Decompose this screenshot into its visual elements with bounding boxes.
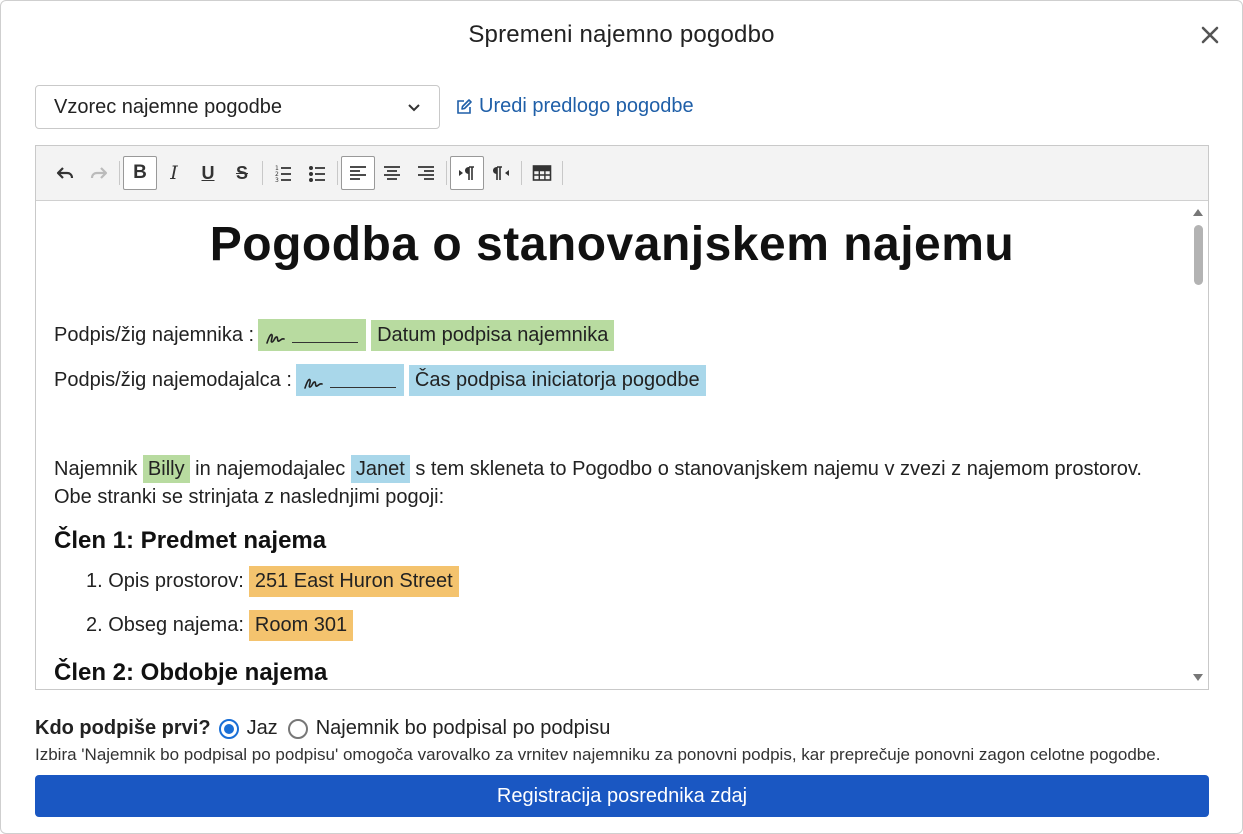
- option-tenant-after-label: Najemnik bo podpisal po podpisu: [315, 717, 611, 739]
- item-1-label: 1. Opis prostorov:: [86, 570, 244, 592]
- rtl-button[interactable]: [484, 156, 518, 190]
- chevron-down-icon: [407, 100, 421, 114]
- template-select-value: Vzorec najemne pogodbe: [54, 95, 282, 118]
- bold-icon: B: [133, 162, 147, 183]
- bullet-list-icon: [309, 166, 325, 182]
- signing-note: Izbira 'Najemnik bo podpisal po podpisu'…: [35, 745, 1161, 764]
- align-center-button[interactable]: [375, 156, 409, 190]
- list-item: 1. Opis prostorov: 251 East Huron Street: [86, 566, 459, 597]
- close-button[interactable]: [1196, 21, 1224, 49]
- item-2-label: 2. Obseg najema:: [86, 614, 244, 636]
- editor-toolbar: B I U S 1 2 3: [36, 146, 1208, 201]
- tenant-date-field[interactable]: Datum podpisa najemnika: [371, 319, 615, 351]
- toolbar-divider: [119, 161, 120, 185]
- change-lease-dialog: Spremeni najemno pogodbo Vzorec najemne …: [0, 0, 1243, 834]
- triangle-up-icon: [1193, 209, 1203, 216]
- edit-template-label: Uredi predlogo pogodbe: [479, 95, 694, 117]
- editor-scrollbar[interactable]: [1188, 201, 1208, 689]
- underline-button[interactable]: U: [191, 156, 225, 190]
- bullet-list-button[interactable]: [300, 156, 334, 190]
- close-icon: [1201, 26, 1219, 44]
- ltr-button[interactable]: [450, 156, 484, 190]
- toolbar-divider: [521, 161, 522, 185]
- premises-description-field[interactable]: 251 East Huron Street: [248, 566, 459, 597]
- table-button[interactable]: [525, 156, 559, 190]
- table-icon: [532, 165, 552, 181]
- intro-text-1: Najemnik: [54, 458, 138, 480]
- ltr-icon: [459, 166, 474, 180]
- italic-button[interactable]: I: [157, 156, 191, 190]
- ordered-list-button[interactable]: 1 2 3: [266, 156, 300, 190]
- option-me[interactable]: Jaz: [218, 717, 278, 740]
- align-left-icon: [350, 166, 366, 180]
- article-2-heading: Člen 2: Obdobje najema: [54, 659, 328, 686]
- undo-button[interactable]: [48, 156, 82, 190]
- signature-line: [329, 387, 396, 388]
- landlord-signature-row: Podpis/žig najemodajalca : Čas podpisa i…: [54, 364, 706, 396]
- lease-scope-field[interactable]: Room 301: [248, 610, 354, 641]
- toolbar-divider: [337, 161, 338, 185]
- signature-line: [292, 342, 359, 343]
- dialog-title: Spremeni najemno pogodbo: [468, 21, 775, 48]
- editor-content[interactable]: Pogodba o stanovanjskem najemu Podpis/ži…: [36, 201, 1208, 689]
- align-right-icon: [418, 166, 434, 180]
- intro-text-2: in najemodajalec: [195, 458, 346, 480]
- who-signs-first-label: Kdo podpiše prvi?: [35, 717, 211, 739]
- align-center-icon: [384, 166, 400, 180]
- landlord-signature-field[interactable]: [295, 364, 404, 396]
- edit-template-link[interactable]: Uredi predlogo pogodbe: [455, 95, 694, 118]
- article-1-heading: Člen 1: Predmet najema: [54, 527, 327, 554]
- tenant-name-field[interactable]: Billy: [142, 455, 190, 483]
- option-tenant-after[interactable]: Najemnik bo podpisal po podpisu: [287, 717, 611, 740]
- align-right-button[interactable]: [409, 156, 443, 190]
- tenant-signature-row: Podpis/žig najemnika : Datum podpisa naj…: [54, 319, 615, 351]
- toolbar-divider: [262, 161, 263, 185]
- underline-icon: U: [201, 162, 215, 183]
- tenant-signature-field[interactable]: [258, 319, 367, 351]
- toolbar-divider: [446, 161, 447, 185]
- triangle-down-icon: [1193, 674, 1203, 681]
- toolbar-divider: [562, 161, 563, 185]
- redo-button[interactable]: [82, 156, 116, 190]
- who-signs-first: Kdo podpiše prvi? Jaz Najemnik bo podpis…: [35, 717, 620, 740]
- scroll-down-button[interactable]: [1188, 669, 1208, 687]
- option-me-label: Jaz: [246, 717, 278, 739]
- strikethrough-icon: S: [235, 162, 248, 183]
- document-title: Pogodba o stanovanjskem najemu: [209, 218, 1015, 271]
- italic-icon: I: [170, 162, 178, 184]
- rtl-icon: [493, 166, 509, 180]
- radio-me[interactable]: [218, 718, 239, 739]
- svg-text:3: 3: [275, 177, 279, 183]
- list-item: 2. Obseg najema: Room 301: [86, 610, 354, 641]
- undo-icon: [56, 167, 74, 179]
- redo-icon: [90, 167, 108, 179]
- strikethrough-button[interactable]: S: [225, 156, 259, 190]
- signature-icon: [266, 333, 285, 344]
- align-left-button[interactable]: [341, 156, 375, 190]
- landlord-signature-label: Podpis/žig najemodajalca :: [54, 368, 292, 391]
- landlord-time-field[interactable]: Čas podpisa iniciatorja pogodbe: [408, 364, 706, 396]
- ordered-list-icon: 1 2 3: [275, 165, 291, 183]
- scrollbar-thumb[interactable]: [1194, 225, 1203, 285]
- radio-tenant-after[interactable]: [287, 718, 308, 739]
- scroll-up-button[interactable]: [1188, 203, 1208, 221]
- template-select[interactable]: Vzorec najemne pogodbe: [35, 85, 440, 129]
- rich-text-editor: B I U S 1 2 3 Pogodba o stanovanjskem na…: [35, 145, 1209, 690]
- signature-icon: [304, 378, 323, 389]
- edit-icon: [457, 98, 472, 114]
- bold-button[interactable]: B: [123, 156, 157, 190]
- tenant-signature-label: Podpis/žig najemnika :: [54, 323, 255, 346]
- landlord-name-field[interactable]: Janet: [350, 455, 410, 483]
- register-agent-button[interactable]: Registracija posrednika zdaj: [35, 775, 1209, 817]
- intro-paragraph: Najemnik Billy in najemodajalec Janet s …: [54, 455, 1174, 511]
